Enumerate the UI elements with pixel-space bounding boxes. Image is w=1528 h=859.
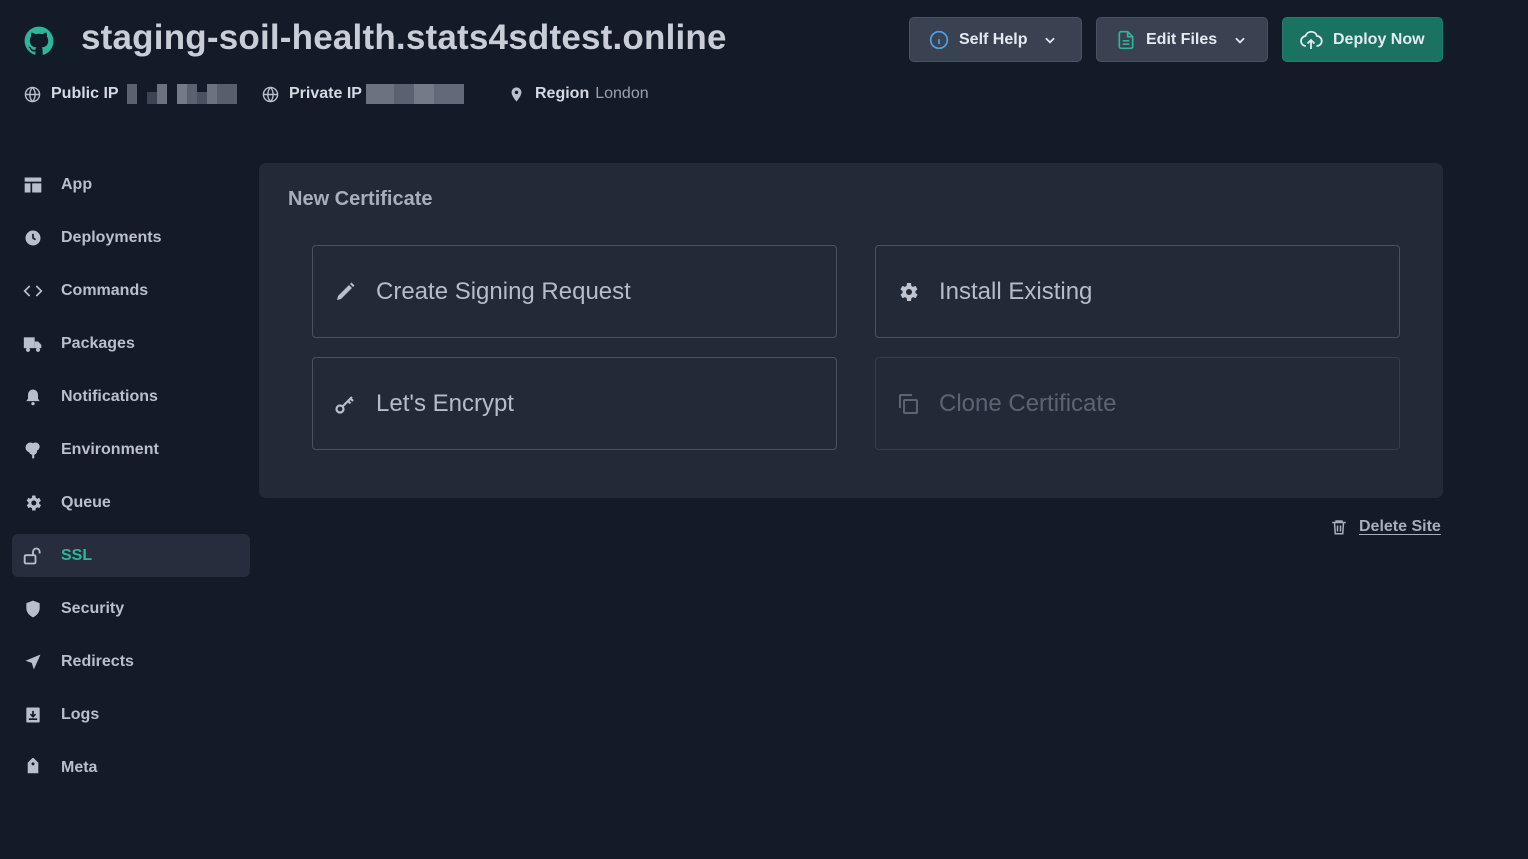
sidebar-item-redirects[interactable]: Redirects xyxy=(12,640,250,683)
region-value: London xyxy=(595,85,649,102)
sidebar-item-label: Notifications xyxy=(61,387,158,405)
option-label: Let's Encrypt xyxy=(376,389,514,417)
shield-icon xyxy=(22,598,44,620)
sidebar-item-notifications[interactable]: Notifications xyxy=(12,375,250,418)
chevron-down-icon xyxy=(1045,37,1056,44)
sidebar-item-app[interactable]: App xyxy=(12,163,250,206)
sidebar-item-deployments[interactable]: Deployments xyxy=(12,216,250,259)
sidebar-item-meta[interactable]: Meta xyxy=(12,746,250,789)
app-layout-icon xyxy=(22,174,44,196)
private-ip-label: Private IP xyxy=(289,85,362,102)
lets-encrypt-option[interactable]: Let's Encrypt xyxy=(312,357,837,450)
tag-icon xyxy=(22,757,44,779)
chevron-down-icon xyxy=(1235,37,1245,44)
delete-site-link[interactable]: Delete Site xyxy=(1330,518,1441,536)
cloud-upload-icon xyxy=(1300,30,1323,49)
info-icon xyxy=(929,30,949,49)
region-label: Region xyxy=(535,85,590,102)
github-icon xyxy=(24,26,54,55)
sidebar-item-security[interactable]: Security xyxy=(12,587,250,630)
trash-icon xyxy=(1332,520,1346,535)
clone-certificate-option: Clone Certificate xyxy=(875,357,1400,450)
edit-files-button[interactable]: Edit Files xyxy=(1096,17,1268,62)
site-title: staging-soil-health.stats4sdtest.online xyxy=(81,18,727,57)
sidebar-item-commands[interactable]: Commands xyxy=(12,269,250,312)
sidebar-item-ssl[interactable]: SSL xyxy=(12,534,250,577)
sidebar-item-label: Queue xyxy=(61,493,111,511)
new-certificate-card: New Certificate Create Signing Request I… xyxy=(259,163,1443,498)
self-help-button[interactable]: Self Help xyxy=(909,17,1082,62)
globe-icon xyxy=(24,86,41,102)
code-icon xyxy=(22,280,44,302)
key-icon xyxy=(332,391,358,417)
pencil-icon xyxy=(332,279,358,305)
install-existing-option[interactable]: Install Existing xyxy=(875,245,1400,338)
deploy-now-button[interactable]: Deploy Now xyxy=(1282,17,1443,62)
site-header: staging-soil-health.stats4sdtest.online … xyxy=(0,0,1528,130)
globe-icon xyxy=(262,86,279,102)
public-ip: Public IP xyxy=(24,82,237,106)
sidebar-item-label: Environment xyxy=(61,440,159,458)
sidebar-item-queue[interactable]: Queue xyxy=(12,481,250,524)
sidebar-item-logs[interactable]: Logs xyxy=(12,693,250,736)
sidebar-item-environment[interactable]: Environment xyxy=(12,428,250,471)
private-ip: Private IP xyxy=(262,82,464,106)
public-ip-redacted xyxy=(126,84,237,104)
self-help-label: Self Help xyxy=(959,30,1028,48)
sidebar-item-label: SSL xyxy=(61,546,93,564)
gear-icon xyxy=(22,492,44,514)
archive-icon xyxy=(22,704,44,726)
sidebar-item-label: App xyxy=(61,175,93,193)
location-pin-icon xyxy=(511,86,522,102)
sidebar-item-label: Redirects xyxy=(61,652,134,670)
navigation-icon xyxy=(22,651,44,673)
delete-site-label: Delete Site xyxy=(1359,518,1441,535)
copy-icon xyxy=(895,391,921,417)
bell-icon xyxy=(22,386,44,408)
file-icon xyxy=(1118,30,1134,49)
private-ip-redacted xyxy=(365,84,464,104)
sidebar-item-label: Deployments xyxy=(61,228,162,246)
option-label: Clone Certificate xyxy=(939,389,1117,417)
tree-icon xyxy=(22,439,44,461)
sidebar-item-label: Packages xyxy=(61,334,135,352)
sidebar-item-label: Security xyxy=(61,599,125,617)
clock-icon xyxy=(22,227,44,249)
truck-icon xyxy=(22,333,44,355)
sidebar-item-label: Logs xyxy=(61,705,100,723)
card-title: New Certificate xyxy=(288,188,433,210)
deploy-now-label: Deploy Now xyxy=(1333,30,1425,48)
option-label: Install Existing xyxy=(939,277,1093,305)
sidebar-item-label: Commands xyxy=(61,281,149,299)
region: Region London xyxy=(508,82,649,106)
gear-icon xyxy=(895,279,921,305)
unlock-icon xyxy=(22,545,44,567)
sidebar-item-packages[interactable]: Packages xyxy=(12,322,250,365)
option-label: Create Signing Request xyxy=(376,277,631,305)
sidebar-item-label: Meta xyxy=(61,758,98,776)
public-ip-label: Public IP xyxy=(51,85,119,102)
edit-files-label: Edit Files xyxy=(1146,30,1218,48)
sidebar-nav: App Deployments Commands Packages Notifi… xyxy=(12,158,250,799)
create-signing-request-option[interactable]: Create Signing Request xyxy=(312,245,837,338)
